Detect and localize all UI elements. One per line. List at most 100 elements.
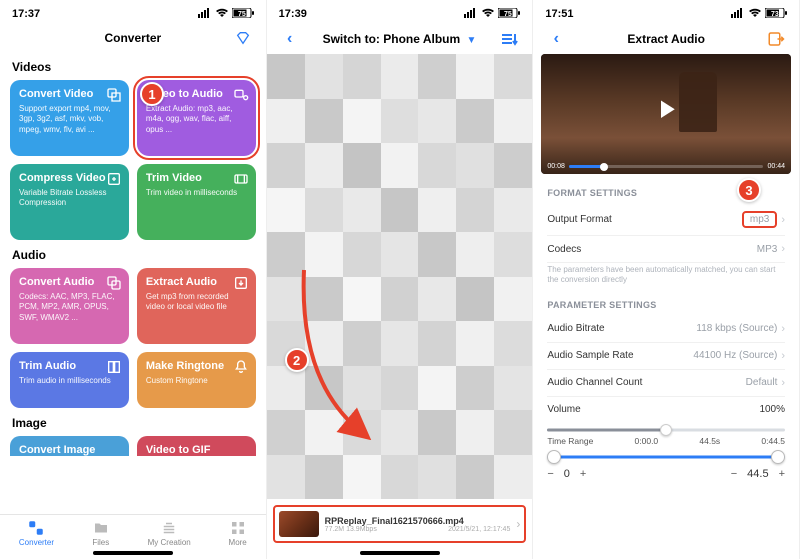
card-convert-audio[interactable]: Convert Audio Codecs: AAC, MP3, FLAC, PC… (10, 268, 129, 344)
minus-button[interactable]: − (731, 468, 737, 480)
callout-badge-2: 2 (285, 348, 309, 372)
card-convert-image[interactable]: Convert Image (10, 436, 129, 456)
back-button[interactable]: ‹ (543, 30, 569, 48)
nav-header: Converter (0, 24, 266, 52)
tab-my-creation[interactable]: My Creation (148, 519, 191, 547)
minus-button[interactable]: − (547, 468, 553, 480)
card-video-to-gif[interactable]: Video to GIF (137, 436, 256, 456)
section-image: Image (12, 416, 254, 430)
nav-header: ‹ Extract Audio (533, 24, 799, 54)
card-title: Video to GIF (146, 444, 247, 456)
tab-bar: Converter Files My Creation More (0, 514, 266, 549)
home-indicator (360, 551, 440, 555)
svg-text:75: 75 (504, 11, 512, 18)
stepper-end[interactable]: − 44.5 + (731, 468, 785, 480)
status-bar: 17:39 75 (267, 0, 533, 24)
card-compress-video[interactable]: Compress Video Variable Bitrate Lossless… (10, 164, 129, 240)
card-trim-audio[interactable]: Trim Audio Trim audio in milliseconds (10, 352, 129, 408)
signal-icon (198, 8, 212, 21)
card-title: Trim Video (146, 172, 247, 184)
group-parameter-settings: PARAMETER SETTINGS (547, 300, 785, 310)
status-time: 17:39 (279, 8, 307, 20)
card-desc: Codecs: AAC, MP3, FLAC, PCM, MP2, AMR, O… (19, 292, 120, 323)
page-title: Extract Audio (569, 32, 763, 46)
row-audio-bitrate[interactable]: Audio Bitrate 118 kbps (Source)› (547, 316, 785, 343)
callout-badge-3: 3 (737, 178, 761, 202)
row-audio-channel-count[interactable]: Audio Channel Count Default› (547, 370, 785, 397)
status-icons: 75 (198, 8, 254, 21)
chevron-right-icon: › (781, 377, 785, 389)
convert-icon (106, 275, 122, 291)
book-icon (106, 359, 122, 375)
chevron-right-icon: › (781, 350, 785, 362)
tab-files[interactable]: Files (92, 519, 110, 547)
sort-button[interactable] (496, 32, 522, 46)
bell-icon (233, 359, 249, 375)
row-value: Default (746, 377, 778, 388)
svg-text:73: 73 (771, 11, 779, 18)
time-range-end: 0:44.5 (761, 436, 785, 446)
status-icons: 73 (731, 8, 787, 21)
export-button[interactable] (763, 30, 789, 48)
volume-slider[interactable] (547, 426, 785, 434)
signal-icon (464, 8, 478, 21)
card-desc: Custom Ringtone (146, 376, 247, 386)
row-value: 100% (759, 404, 785, 415)
row-label: Audio Channel Count (547, 377, 642, 388)
tab-more[interactable]: More (229, 519, 247, 547)
time-range-label: Time Range (547, 436, 593, 446)
plus-button[interactable]: + (580, 468, 586, 480)
card-title: Convert Image (19, 444, 120, 456)
video-preview[interactable]: 00:08 00:44 (541, 54, 791, 174)
file-date: 2021/5/21, 12:17:45 (448, 526, 510, 533)
card-extract-audio[interactable]: Extract Audio Get mp3 from recorded vide… (137, 268, 256, 344)
card-title: Make Ringtone (146, 360, 247, 372)
wifi-icon (215, 8, 229, 21)
page-title: Converter (36, 31, 230, 45)
home-indicator (93, 551, 173, 555)
status-bar: 17:51 73 (533, 0, 799, 24)
status-bar: 17:37 75 (0, 0, 266, 24)
section-videos: Videos (12, 60, 254, 74)
battery-icon: 75 (498, 8, 520, 21)
wifi-icon (748, 8, 762, 21)
chevron-down-icon: ▼ (467, 35, 477, 46)
file-size: 77.2M 13.9Mbps (325, 526, 377, 533)
card-desc: Get mp3 from recorded video or local vid… (146, 292, 247, 313)
video-track[interactable] (569, 165, 764, 168)
card-desc: Trim audio in milliseconds (19, 376, 120, 386)
row-label: Volume (547, 404, 580, 415)
row-value: MP3 (757, 244, 778, 255)
tab-label: More (229, 538, 247, 547)
card-convert-video[interactable]: Convert Video Support export mp4, mov, 3… (10, 80, 129, 156)
stepper-value: 0 (564, 468, 570, 480)
time-range-slider[interactable] (547, 450, 785, 464)
album-switch[interactable]: Switch to: Phone Album ▼ (303, 32, 497, 46)
album-grid[interactable] (267, 54, 533, 499)
screen-phone-album: 17:39 75 ‹ Switch to: Phone Album ▼ (267, 0, 534, 559)
tab-converter[interactable]: Converter (19, 519, 54, 547)
convert-icon (106, 87, 122, 103)
card-trim-video[interactable]: Trim Video Trim video in milliseconds (137, 164, 256, 240)
row-value: mp3 (742, 211, 777, 228)
row-label: Output Format (547, 214, 611, 225)
row-codecs[interactable]: Codecs MP3› (547, 236, 785, 263)
screen-extract-audio: 17:51 73 ‹ Extract Audio 00:08 00:44 FOR… (533, 0, 800, 559)
battery-icon: 75 (232, 8, 254, 21)
row-output-format[interactable]: Output Format mp3 › (547, 204, 785, 236)
section-audio: Audio (12, 248, 254, 262)
video-timeline[interactable]: 00:08 00:44 (547, 163, 785, 170)
plus-button[interactable]: + (779, 468, 785, 480)
row-value: 118 kbps (Source) (696, 323, 777, 334)
video-file-row[interactable]: RPReplay_Final1621570666.mp4 77.2M 13.9M… (273, 505, 527, 543)
time-range-labels: Time Range 0:00.0 44.5s 0:44.5 (547, 436, 785, 446)
play-button[interactable] (651, 94, 681, 127)
stepper-start[interactable]: − 0 + (547, 468, 586, 480)
status-time: 17:37 (12, 8, 40, 20)
back-button[interactable]: ‹ (277, 30, 303, 48)
row-audio-sample-rate[interactable]: Audio Sample Rate 44100 Hz (Source)› (547, 343, 785, 370)
video-current-time: 00:08 (547, 163, 565, 170)
premium-icon[interactable] (230, 30, 256, 46)
card-make-ringtone[interactable]: Make Ringtone Custom Ringtone (137, 352, 256, 408)
stepper-value: 44.5 (747, 468, 768, 480)
